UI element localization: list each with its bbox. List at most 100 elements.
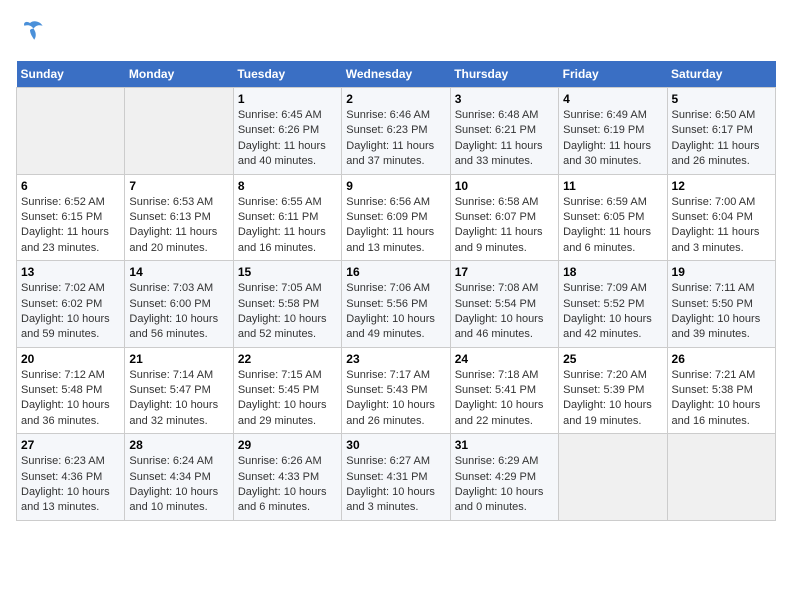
sunrise: Sunrise: 6:58 AM [455, 196, 539, 208]
day-info: Sunrise: 7:14 AM Sunset: 5:47 PM Dayligh… [129, 368, 228, 430]
daylight: Daylight: 11 hours and 37 minutes. [346, 140, 434, 167]
day-info: Sunrise: 6:49 AM Sunset: 6:19 PM Dayligh… [563, 108, 662, 170]
calendar-cell: 22 Sunrise: 7:15 AM Sunset: 5:45 PM Dayl… [233, 347, 341, 434]
calendar-cell [559, 434, 667, 521]
calendar-cell: 2 Sunrise: 6:46 AM Sunset: 6:23 PM Dayli… [342, 88, 450, 175]
day-number: 13 [21, 265, 120, 279]
sunset: Sunset: 4:33 PM [238, 471, 319, 483]
logo-icon [16, 16, 44, 44]
calendar-cell: 28 Sunrise: 6:24 AM Sunset: 4:34 PM Dayl… [125, 434, 233, 521]
calendar-cell: 26 Sunrise: 7:21 AM Sunset: 5:38 PM Dayl… [667, 347, 775, 434]
daylight: Daylight: 10 hours and 10 minutes. [129, 486, 218, 513]
day-info: Sunrise: 7:17 AM Sunset: 5:43 PM Dayligh… [346, 368, 445, 430]
daylight: Daylight: 11 hours and 23 minutes. [21, 226, 109, 253]
day-number: 16 [346, 265, 445, 279]
calendar-cell: 12 Sunrise: 7:00 AM Sunset: 6:04 PM Dayl… [667, 174, 775, 261]
calendar-cell: 27 Sunrise: 6:23 AM Sunset: 4:36 PM Dayl… [17, 434, 125, 521]
sunrise: Sunrise: 7:21 AM [672, 369, 756, 381]
logo [16, 16, 48, 49]
sunrise: Sunrise: 6:29 AM [455, 455, 539, 467]
page-header [16, 16, 776, 49]
day-info: Sunrise: 6:26 AM Sunset: 4:33 PM Dayligh… [238, 454, 337, 516]
sunrise: Sunrise: 7:14 AM [129, 369, 213, 381]
sunset: Sunset: 6:02 PM [21, 298, 102, 310]
sunrise: Sunrise: 6:50 AM [672, 109, 756, 121]
day-number: 31 [455, 438, 554, 452]
day-info: Sunrise: 7:09 AM Sunset: 5:52 PM Dayligh… [563, 281, 662, 343]
sunset: Sunset: 5:56 PM [346, 298, 427, 310]
sunrise: Sunrise: 7:03 AM [129, 282, 213, 294]
calendar-cell: 24 Sunrise: 7:18 AM Sunset: 5:41 PM Dayl… [450, 347, 558, 434]
day-info: Sunrise: 7:00 AM Sunset: 6:04 PM Dayligh… [672, 195, 771, 257]
day-number: 22 [238, 352, 337, 366]
sunrise: Sunrise: 7:20 AM [563, 369, 647, 381]
daylight: Daylight: 11 hours and 30 minutes. [563, 140, 651, 167]
daylight: Daylight: 11 hours and 26 minutes. [672, 140, 760, 167]
day-info: Sunrise: 6:58 AM Sunset: 6:07 PM Dayligh… [455, 195, 554, 257]
daylight: Daylight: 11 hours and 40 minutes. [238, 140, 326, 167]
day-number: 21 [129, 352, 228, 366]
day-info: Sunrise: 7:20 AM Sunset: 5:39 PM Dayligh… [563, 368, 662, 430]
day-number: 3 [455, 92, 554, 106]
day-info: Sunrise: 7:12 AM Sunset: 5:48 PM Dayligh… [21, 368, 120, 430]
day-info: Sunrise: 7:03 AM Sunset: 6:00 PM Dayligh… [129, 281, 228, 343]
sunrise: Sunrise: 6:27 AM [346, 455, 430, 467]
day-info: Sunrise: 7:11 AM Sunset: 5:50 PM Dayligh… [672, 281, 771, 343]
daylight: Daylight: 11 hours and 9 minutes. [455, 226, 543, 253]
day-info: Sunrise: 6:23 AM Sunset: 4:36 PM Dayligh… [21, 454, 120, 516]
calendar-cell: 7 Sunrise: 6:53 AM Sunset: 6:13 PM Dayli… [125, 174, 233, 261]
day-number: 10 [455, 179, 554, 193]
day-info: Sunrise: 6:55 AM Sunset: 6:11 PM Dayligh… [238, 195, 337, 257]
sunset: Sunset: 5:43 PM [346, 384, 427, 396]
week-row-1: 1 Sunrise: 6:45 AM Sunset: 6:26 PM Dayli… [17, 88, 776, 175]
sunrise: Sunrise: 7:06 AM [346, 282, 430, 294]
day-number: 4 [563, 92, 662, 106]
daylight: Daylight: 11 hours and 33 minutes. [455, 140, 543, 167]
weekday-header-thursday: Thursday [450, 61, 558, 88]
day-number: 24 [455, 352, 554, 366]
sunrise: Sunrise: 7:02 AM [21, 282, 105, 294]
daylight: Daylight: 10 hours and 29 minutes. [238, 399, 327, 426]
sunset: Sunset: 6:04 PM [672, 211, 753, 223]
day-number: 29 [238, 438, 337, 452]
day-info: Sunrise: 7:05 AM Sunset: 5:58 PM Dayligh… [238, 281, 337, 343]
day-number: 28 [129, 438, 228, 452]
daylight: Daylight: 10 hours and 16 minutes. [672, 399, 761, 426]
calendar-cell: 21 Sunrise: 7:14 AM Sunset: 5:47 PM Dayl… [125, 347, 233, 434]
sunrise: Sunrise: 7:00 AM [672, 196, 756, 208]
sunrise: Sunrise: 7:15 AM [238, 369, 322, 381]
sunset: Sunset: 6:26 PM [238, 124, 319, 136]
sunset: Sunset: 5:50 PM [672, 298, 753, 310]
day-info: Sunrise: 6:52 AM Sunset: 6:15 PM Dayligh… [21, 195, 120, 257]
calendar-cell: 1 Sunrise: 6:45 AM Sunset: 6:26 PM Dayli… [233, 88, 341, 175]
sunset: Sunset: 4:34 PM [129, 471, 210, 483]
day-number: 25 [563, 352, 662, 366]
sunrise: Sunrise: 7:18 AM [455, 369, 539, 381]
sunrise: Sunrise: 6:24 AM [129, 455, 213, 467]
daylight: Daylight: 10 hours and 0 minutes. [455, 486, 544, 513]
sunrise: Sunrise: 6:53 AM [129, 196, 213, 208]
sunrise: Sunrise: 6:55 AM [238, 196, 322, 208]
day-info: Sunrise: 6:53 AM Sunset: 6:13 PM Dayligh… [129, 195, 228, 257]
sunrise: Sunrise: 6:49 AM [563, 109, 647, 121]
sunset: Sunset: 6:19 PM [563, 124, 644, 136]
calendar-cell [667, 434, 775, 521]
sunrise: Sunrise: 7:05 AM [238, 282, 322, 294]
calendar-cell: 30 Sunrise: 6:27 AM Sunset: 4:31 PM Dayl… [342, 434, 450, 521]
sunrise: Sunrise: 6:46 AM [346, 109, 430, 121]
daylight: Daylight: 10 hours and 3 minutes. [346, 486, 435, 513]
daylight: Daylight: 10 hours and 36 minutes. [21, 399, 110, 426]
sunset: Sunset: 6:11 PM [238, 211, 319, 223]
calendar-cell: 23 Sunrise: 7:17 AM Sunset: 5:43 PM Dayl… [342, 347, 450, 434]
day-info: Sunrise: 7:06 AM Sunset: 5:56 PM Dayligh… [346, 281, 445, 343]
sunset: Sunset: 6:07 PM [455, 211, 536, 223]
sunrise: Sunrise: 7:09 AM [563, 282, 647, 294]
day-number: 14 [129, 265, 228, 279]
calendar-cell [17, 88, 125, 175]
sunset: Sunset: 5:45 PM [238, 384, 319, 396]
day-info: Sunrise: 6:45 AM Sunset: 6:26 PM Dayligh… [238, 108, 337, 170]
sunset: Sunset: 5:39 PM [563, 384, 644, 396]
day-info: Sunrise: 6:59 AM Sunset: 6:05 PM Dayligh… [563, 195, 662, 257]
week-row-3: 13 Sunrise: 7:02 AM Sunset: 6:02 PM Dayl… [17, 261, 776, 348]
sunrise: Sunrise: 6:48 AM [455, 109, 539, 121]
